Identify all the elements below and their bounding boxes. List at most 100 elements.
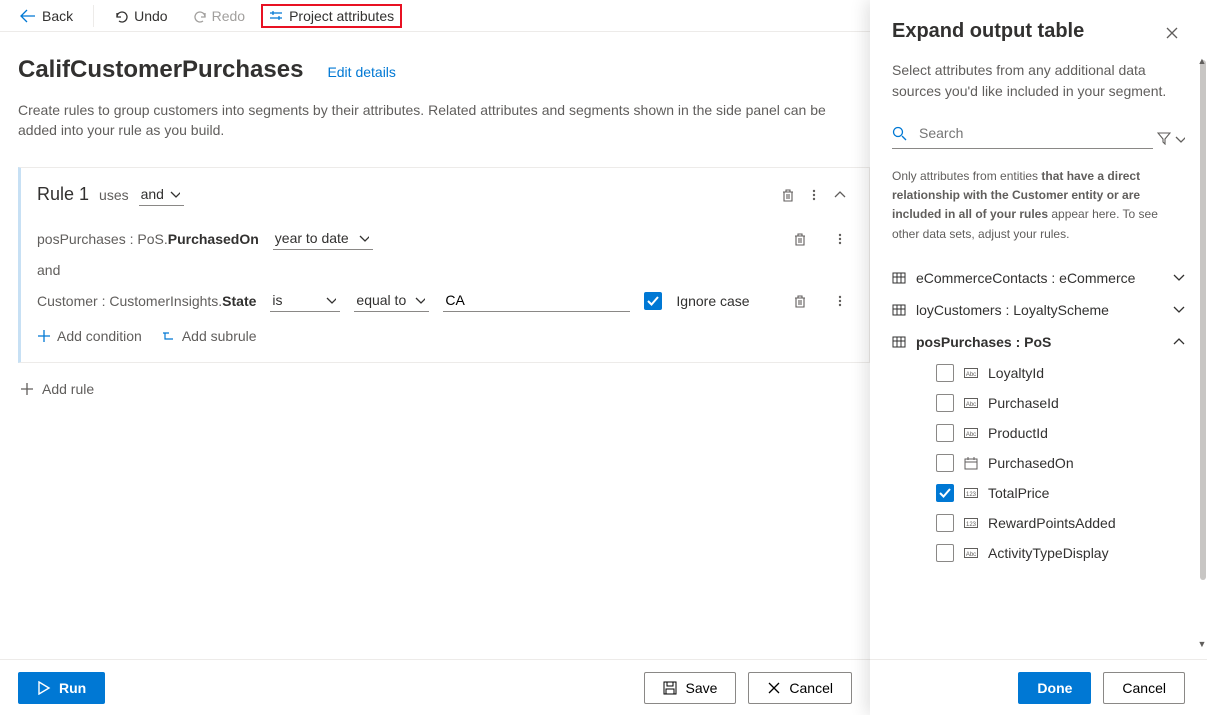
- attribute-checkbox[interactable]: [936, 544, 954, 562]
- condition-1-attribute: posPurchases : PoS.PurchasedOn: [37, 231, 259, 247]
- attribute-item[interactable]: LoyaltyId: [892, 358, 1185, 388]
- close-icon: [1165, 26, 1179, 40]
- collapse-rule-button[interactable]: [827, 182, 853, 208]
- search-icon: [892, 126, 907, 141]
- attribute-item[interactable]: PurchasedOn: [892, 448, 1185, 478]
- condition-2-attribute: Customer : CustomerInsights.State: [37, 293, 256, 309]
- condition-join-label: and: [37, 262, 853, 278]
- condition-2-operator2-dropdown[interactable]: equal to: [354, 290, 429, 312]
- entity-label: loyCustomers : LoyaltyScheme: [916, 302, 1109, 318]
- search-input[interactable]: [917, 124, 1153, 142]
- save-button[interactable]: Save: [644, 672, 736, 704]
- table-icon: [892, 303, 906, 317]
- attribute-checkbox[interactable]: [936, 424, 954, 442]
- add-condition-button[interactable]: Add condition: [37, 328, 142, 344]
- project-attributes-button[interactable]: Project attributes: [261, 4, 402, 28]
- entity-row[interactable]: posPurchases : PoS: [892, 326, 1185, 358]
- delete-condition-1-button[interactable]: [787, 226, 813, 252]
- panel-done-button[interactable]: Done: [1018, 672, 1091, 704]
- entity-label: posPurchases : PoS: [916, 334, 1051, 350]
- delete-rule-button[interactable]: [775, 182, 801, 208]
- attribute-checkbox[interactable]: [936, 454, 954, 472]
- arrow-left-icon: [20, 9, 36, 23]
- condition-2-value-input[interactable]: [443, 290, 630, 312]
- attribute-label: ActivityTypeDisplay: [988, 545, 1109, 561]
- chevron-down-icon: [415, 295, 425, 305]
- attribute-checkbox[interactable]: [936, 514, 954, 532]
- chevron-down-icon: [1173, 304, 1185, 315]
- more-vertical-icon: [833, 232, 847, 246]
- back-button[interactable]: Back: [12, 4, 81, 28]
- attribute-checkbox[interactable]: [936, 484, 954, 502]
- save-label: Save: [685, 680, 717, 696]
- cancel-button[interactable]: Cancel: [748, 672, 852, 704]
- attribute-label: ProductId: [988, 425, 1048, 441]
- redo-button[interactable]: Redo: [184, 4, 253, 28]
- main-content: CalifCustomerPurchases Edit details Crea…: [0, 32, 870, 397]
- delete-condition-2-button[interactable]: [787, 288, 813, 314]
- run-button[interactable]: Run: [18, 672, 105, 704]
- redo-icon: [192, 9, 206, 23]
- condition-1-operator-value: year to date: [275, 230, 349, 246]
- check-icon: [646, 294, 660, 308]
- chevron-down-icon: [1173, 272, 1185, 283]
- condition-row-2: Customer : CustomerInsights.State is equ…: [37, 288, 853, 314]
- page-title: CalifCustomerPurchases: [18, 56, 303, 84]
- entity-label: eCommerceContacts : eCommerce: [916, 270, 1135, 286]
- attribute-label: LoyaltyId: [988, 365, 1044, 381]
- condition-2-more-button[interactable]: [827, 288, 853, 314]
- chevron-up-icon: [834, 189, 846, 200]
- panel-done-label: Done: [1037, 680, 1072, 696]
- datatype-icon: [964, 366, 978, 380]
- chevron-down-icon: [1175, 134, 1185, 143]
- panel-cancel-button[interactable]: Cancel: [1103, 672, 1185, 704]
- attribute-item[interactable]: ProductId: [892, 418, 1185, 448]
- ignore-case-checkbox[interactable]: [644, 292, 662, 310]
- datatype-icon: [964, 396, 978, 410]
- page-description: Create rules to group customers into seg…: [18, 100, 838, 141]
- attribute-label: PurchaseId: [988, 395, 1059, 411]
- add-subrule-label: Add subrule: [182, 328, 257, 344]
- chevron-up-icon: [1173, 336, 1185, 347]
- edit-details-link[interactable]: Edit details: [327, 64, 395, 80]
- datatype-icon: [964, 486, 978, 500]
- condition-1-more-button[interactable]: [827, 226, 853, 252]
- attribute-checkbox[interactable]: [936, 364, 954, 382]
- search-field[interactable]: [892, 120, 1153, 149]
- undo-button[interactable]: Undo: [106, 4, 175, 28]
- sliders-icon: [269, 9, 283, 23]
- rule-join-value: and: [141, 186, 164, 202]
- add-subrule-button[interactable]: Add subrule: [162, 328, 257, 344]
- condition-1-operator-dropdown[interactable]: year to date: [273, 228, 373, 250]
- entity-list: eCommerceContacts : eCommerce loyCustome…: [892, 262, 1185, 568]
- datatype-icon: [964, 516, 978, 530]
- redo-label: Redo: [212, 8, 245, 24]
- attribute-item[interactable]: TotalPrice: [892, 478, 1185, 508]
- attribute-label: RewardPointsAdded: [988, 515, 1116, 531]
- panel-close-button[interactable]: [1159, 20, 1185, 46]
- datatype-icon: [964, 456, 978, 470]
- add-rule-button[interactable]: Add rule: [20, 381, 870, 397]
- panel-scrollbar[interactable]: ▲ ▼: [1197, 0, 1207, 715]
- attribute-label: TotalPrice: [988, 485, 1049, 501]
- attribute-item[interactable]: RewardPointsAdded: [892, 508, 1185, 538]
- filter-button[interactable]: [1157, 131, 1185, 149]
- plus-icon: [37, 329, 51, 343]
- panel-description: Select attributes from any additional da…: [892, 60, 1185, 102]
- attribute-label: PurchasedOn: [988, 455, 1074, 471]
- entity-row[interactable]: loyCustomers : LoyaltyScheme: [892, 294, 1185, 326]
- trash-icon: [793, 294, 807, 308]
- attribute-checkbox[interactable]: [936, 394, 954, 412]
- attribute-item[interactable]: ActivityTypeDisplay: [892, 538, 1185, 568]
- chevron-down-icon: [359, 233, 369, 243]
- entity-row[interactable]: eCommerceContacts : eCommerce: [892, 262, 1185, 294]
- attribute-item[interactable]: PurchaseId: [892, 388, 1185, 418]
- scroll-down-arrow[interactable]: ▼: [1197, 639, 1207, 649]
- chevron-down-icon: [170, 189, 180, 199]
- project-attributes-label: Project attributes: [289, 8, 394, 24]
- rule-more-button[interactable]: [801, 182, 827, 208]
- trash-icon: [781, 188, 795, 202]
- rule-join-dropdown[interactable]: and: [139, 184, 184, 206]
- scroll-up-arrow[interactable]: ▲: [1197, 56, 1207, 66]
- condition-2-operator1-dropdown[interactable]: is: [270, 290, 340, 312]
